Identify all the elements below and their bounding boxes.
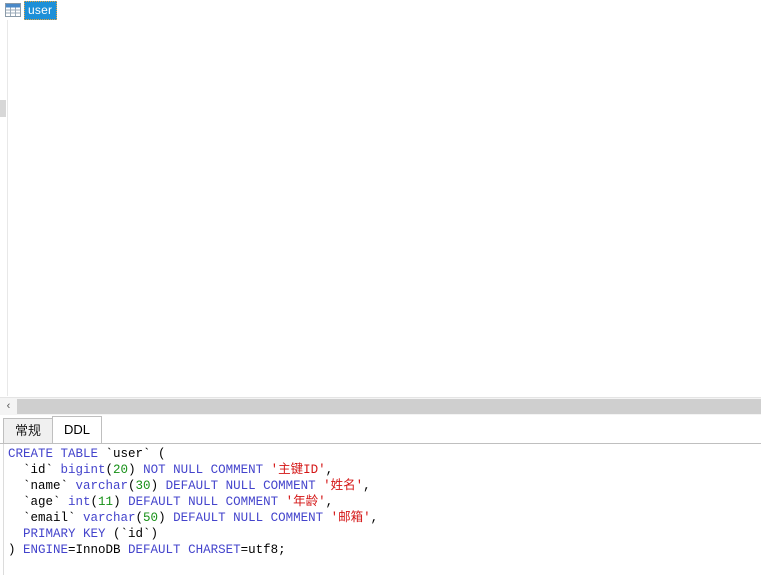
sql-token: `id`: [8, 463, 61, 477]
sql-token: =InnoDB: [68, 543, 129, 557]
sql-token: NOT NULL COMMENT: [143, 463, 271, 477]
sql-token: ,: [370, 511, 379, 525]
sql-token: DEFAULT NULL COMMENT: [165, 479, 324, 493]
sql-token: ): [158, 511, 174, 525]
sql-token: 50: [143, 511, 159, 525]
ddl-code-editor[interactable]: CREATE TABLE `user` ( `id` bigint(20) NO…: [0, 444, 761, 575]
sql-token: `age`: [8, 495, 69, 509]
sql-token: CHARSET: [188, 543, 241, 557]
scrollbar-track[interactable]: [17, 399, 761, 414]
tab-general[interactable]: 常规: [3, 418, 54, 443]
sql-token: =utf8;: [240, 543, 286, 557]
table-icon: [5, 3, 21, 17]
sql-token: ): [8, 543, 24, 557]
sql-token: 20: [113, 463, 129, 477]
sql-token: varchar: [75, 479, 129, 493]
editor-tab-bar: user: [0, 0, 761, 20]
sql-token: DEFAULT NULL COMMENT: [128, 495, 286, 509]
sql-token: `user` (: [105, 447, 166, 461]
sql-token: `name`: [8, 479, 76, 493]
sql-token: PRIMARY KEY: [8, 527, 114, 541]
sql-token: (`id`): [113, 527, 159, 541]
document-tab-user[interactable]: user: [5, 0, 58, 20]
sql-token: ,: [363, 479, 371, 493]
content-panel: [0, 20, 761, 396]
sql-token: (: [90, 495, 99, 509]
ddl-sql-text[interactable]: CREATE TABLE `user` ( `id` bigint(20) NO…: [8, 446, 378, 558]
sql-token: '年龄': [285, 495, 326, 509]
sql-token: (: [128, 479, 136, 493]
sql-token: 30: [135, 479, 151, 493]
sql-token: varchar: [83, 511, 136, 525]
sql-token: '主键ID': [270, 463, 326, 477]
horizontal-scrollbar[interactable]: ‹: [0, 397, 761, 415]
sql-token: (: [135, 511, 144, 525]
sql-token: CREATE TABLE: [8, 447, 106, 461]
sql-token: (: [105, 463, 114, 477]
scroll-left-arrow-icon[interactable]: ‹: [0, 398, 17, 414]
sql-token: 11: [98, 495, 114, 509]
sql-token: bigint: [60, 463, 106, 477]
sql-token: `email`: [8, 511, 84, 525]
sql-token: ): [128, 463, 144, 477]
document-tab-label[interactable]: user: [24, 0, 58, 20]
sql-token: ENGINE: [23, 543, 69, 557]
sql-token: ,: [325, 463, 334, 477]
bottom-tab-strip: 常规 DDL: [0, 415, 761, 444]
tab-ddl[interactable]: DDL: [52, 416, 103, 443]
sql-token: '邮箱': [330, 511, 371, 525]
sql-token: ,: [325, 495, 334, 509]
panel-divider: [7, 20, 8, 396]
sql-token: DEFAULT: [128, 543, 189, 557]
sql-token: int: [68, 495, 91, 509]
sql-token: ): [113, 495, 129, 509]
sql-token: ): [150, 479, 166, 493]
sql-token: DEFAULT NULL COMMENT: [173, 511, 331, 525]
vertical-splitter-handle[interactable]: [0, 100, 6, 117]
editor-gutter: [3, 444, 4, 575]
sql-token: '姓名': [323, 479, 364, 493]
